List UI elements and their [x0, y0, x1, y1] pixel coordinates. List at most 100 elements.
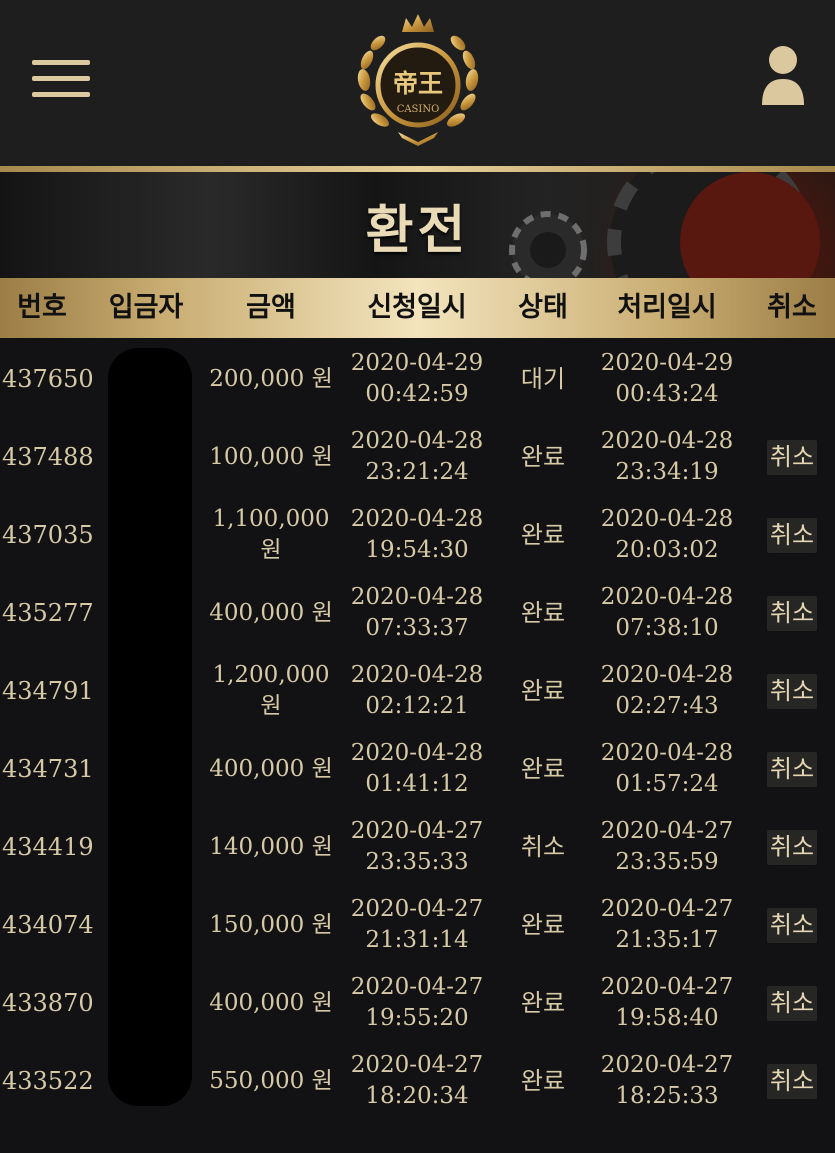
row-processed-date: 2020-04-27 — [600, 1052, 734, 1078]
row-number: 434419 — [2, 832, 94, 861]
row-number: 437488 — [2, 442, 94, 471]
row-cancel-cell: 취소 — [752, 886, 832, 964]
page-title: 환전 — [365, 201, 470, 261]
row-request-date: 2020-04-29 — [350, 350, 484, 376]
row-status: 완료 — [520, 520, 566, 549]
row-request-time: 00:42:59 — [365, 381, 469, 407]
cancel-button[interactable]: 취소 — [766, 985, 818, 1021]
column-header-cancel: 취소 — [767, 292, 817, 323]
row-request-date: 2020-04-27 — [350, 1052, 484, 1078]
cancel-button[interactable]: 취소 — [766, 439, 818, 475]
row-status: 대기 — [520, 364, 566, 393]
row-number: 434074 — [2, 910, 94, 939]
row-status: 완료 — [520, 988, 566, 1017]
row-request-time: 21:31:14 — [365, 927, 469, 953]
row-request-datetime: 2020-04-28 19:54:30 — [350, 496, 484, 574]
row-request-date: 2020-04-27 — [350, 896, 484, 922]
row-request-date: 2020-04-28 — [350, 740, 484, 766]
row-number: 437035 — [2, 520, 94, 549]
row-processed-time: 20:03:02 — [615, 537, 719, 563]
row-cancel-cell: 취소 — [752, 964, 832, 1042]
row-processed-date: 2020-04-28 — [600, 740, 734, 766]
cancel-button[interactable]: 취소 — [766, 751, 818, 787]
row-processed-datetime: 2020-04-28 02:27:43 — [600, 652, 734, 730]
row-request-date: 2020-04-28 — [350, 584, 484, 610]
row-status: 완료 — [520, 442, 566, 471]
column-header-number: 번호 — [17, 292, 67, 323]
column-header-status: 상태 — [518, 292, 568, 323]
table-header: 번호 입금자 금액 신청일시 상태 처리일시 취소 — [0, 278, 835, 338]
row-request-datetime: 2020-04-29 00:42:59 — [350, 340, 484, 418]
row-cancel-cell: 취소 — [752, 730, 832, 808]
row-number: 434791 — [2, 676, 94, 705]
page-banner: 환전 — [0, 172, 835, 278]
row-request-date: 2020-04-27 — [350, 818, 484, 844]
column-header-depositor: 입금자 — [108, 292, 184, 323]
row-processed-date: 2020-04-28 — [600, 662, 734, 688]
row-processed-datetime: 2020-04-28 07:38:10 — [600, 574, 734, 652]
row-processed-date: 2020-04-27 — [600, 974, 734, 1000]
row-processed-time: 19:58:40 — [615, 1005, 719, 1031]
cancel-button[interactable]: 취소 — [766, 673, 818, 709]
top-header: 帝王 CASINO — [0, 0, 835, 166]
row-processed-date: 2020-04-28 — [600, 428, 734, 454]
row-processed-time: 07:38:10 — [615, 615, 719, 641]
row-processed-datetime: 2020-04-28 20:03:02 — [600, 496, 734, 574]
row-request-time: 18:20:34 — [365, 1083, 469, 1109]
row-status: 완료 — [520, 910, 566, 939]
row-cancel-cell: 취소 — [752, 418, 832, 496]
cancel-button[interactable]: 취소 — [766, 595, 818, 631]
row-amount: 100,000 원 — [209, 443, 333, 470]
row-number: 435277 — [2, 598, 94, 627]
cancel-button[interactable]: 취소 — [766, 1063, 818, 1099]
row-cancel-cell: 취소 — [752, 496, 832, 574]
row-processed-date: 2020-04-28 — [600, 506, 734, 532]
cancel-button[interactable]: 취소 — [766, 907, 818, 943]
row-request-time: 23:35:33 — [365, 849, 469, 875]
row-processed-time: 02:27:43 — [615, 693, 719, 719]
row-request-datetime: 2020-04-27 18:20:34 — [350, 1042, 484, 1120]
row-amount: 150,000 원 — [209, 911, 333, 938]
row-request-time: 19:54:30 — [365, 537, 469, 563]
row-processed-time: 01:57:24 — [615, 771, 719, 797]
row-status: 완료 — [520, 598, 566, 627]
row-request-date: 2020-04-28 — [350, 428, 484, 454]
row-request-time: 01:41:12 — [365, 771, 469, 797]
row-processed-time: 00:43:24 — [615, 381, 719, 407]
row-amount: 400,000 원 — [209, 755, 333, 782]
redaction-mark — [108, 348, 192, 1106]
cancel-button[interactable]: 취소 — [766, 829, 818, 865]
row-processed-datetime: 2020-04-27 18:25:33 — [600, 1042, 734, 1120]
row-processed-time: 23:34:19 — [615, 459, 719, 485]
hamburger-menu-icon[interactable] — [32, 58, 90, 100]
row-request-datetime: 2020-04-27 21:31:14 — [350, 886, 484, 964]
row-processed-date: 2020-04-28 — [600, 584, 734, 610]
row-processed-datetime: 2020-04-28 01:57:24 — [600, 730, 734, 808]
row-amount: 400,000 원 — [209, 599, 333, 626]
row-processed-time: 21:35:17 — [615, 927, 719, 953]
row-status: 완료 — [520, 754, 566, 783]
row-request-date: 2020-04-28 — [350, 662, 484, 688]
row-amount: 550,000 원 — [209, 1067, 333, 1094]
row-request-datetime: 2020-04-28 01:41:12 — [350, 730, 484, 808]
row-processed-datetime: 2020-04-27 23:35:59 — [600, 808, 734, 886]
cancel-button[interactable]: 취소 — [766, 517, 818, 553]
row-request-datetime: 2020-04-28 07:33:37 — [350, 574, 484, 652]
row-processed-time: 18:25:33 — [615, 1083, 719, 1109]
row-cancel-cell: 취소 — [752, 574, 832, 652]
row-processed-date: 2020-04-29 — [600, 350, 734, 376]
row-request-datetime: 2020-04-28 02:12:21 — [350, 652, 484, 730]
row-processed-datetime: 2020-04-27 21:35:17 — [600, 886, 734, 964]
row-request-time: 02:12:21 — [365, 693, 469, 719]
casino-logo[interactable]: 帝王 CASINO — [350, 10, 486, 150]
row-cancel-cell: 취소 — [752, 808, 832, 886]
row-number: 433870 — [2, 988, 94, 1017]
user-profile-icon[interactable] — [760, 45, 806, 107]
row-status: 완료 — [520, 1066, 566, 1095]
column-header-request-time: 신청일시 — [367, 292, 467, 323]
row-cancel-cell: 취소 — [752, 652, 832, 730]
row-request-date: 2020-04-28 — [350, 506, 484, 532]
column-header-processed-time: 처리일시 — [617, 292, 717, 323]
row-status: 완료 — [520, 676, 566, 705]
row-request-datetime: 2020-04-28 23:21:24 — [350, 418, 484, 496]
